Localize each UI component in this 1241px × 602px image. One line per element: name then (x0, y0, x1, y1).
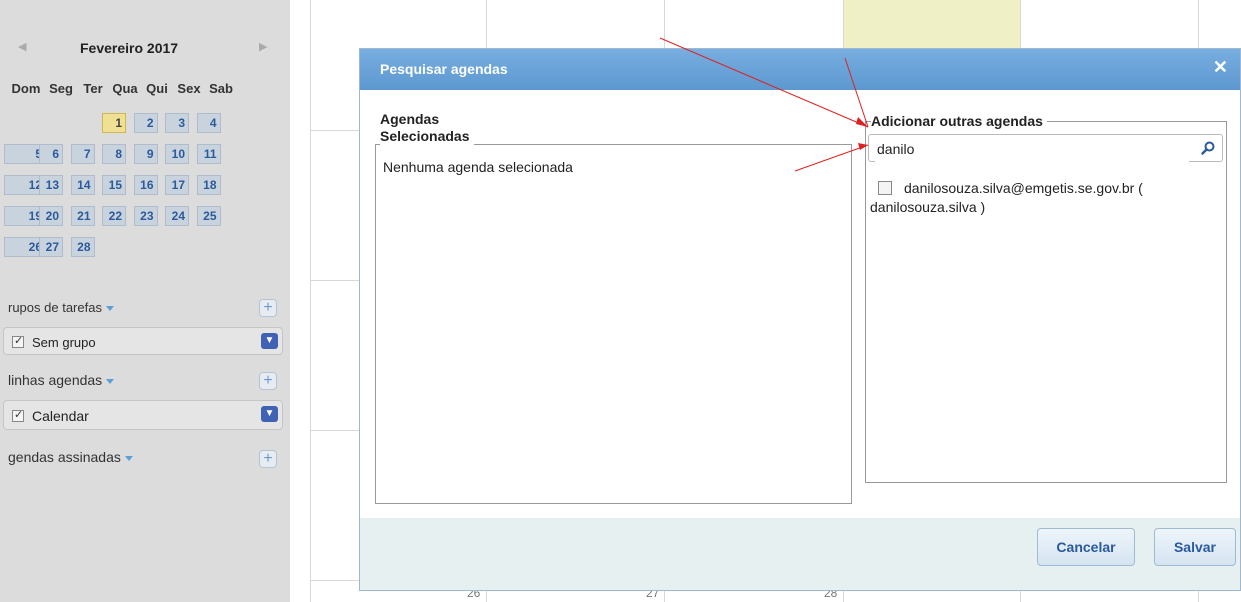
caret-down-icon (124, 455, 133, 461)
legend-line: Agendas (380, 111, 440, 127)
search-agendas-dialog: Pesquisar agendas ✕ Agendas Selecionadas… (359, 48, 1241, 591)
calendar-day[interactable]: 20 (39, 206, 63, 226)
dialog-title: Pesquisar agendas (380, 61, 508, 77)
calendar-day[interactable]: 9 (133, 144, 158, 164)
calendar-day[interactable]: 14 (70, 175, 95, 195)
weekday-label: Dom (11, 81, 41, 96)
calendar-day[interactable]: 22 (102, 206, 126, 226)
add-task-group-button[interactable]: + (259, 299, 277, 317)
add-agendas-legend: Adicionar outras agendas (871, 113, 1047, 129)
my-agendas-label[interactable]: linhas agendas (8, 372, 115, 388)
task-groups-label[interactable]: rupos de tarefas (8, 300, 114, 315)
calendar-day[interactable]: 17 (165, 175, 189, 195)
calendar-day[interactable]: 7 (70, 144, 95, 164)
calendar-day[interactable]: 16 (133, 175, 158, 195)
weekday-label: Sab (209, 81, 233, 96)
dialog-header: Pesquisar agendas ✕ (360, 49, 1240, 90)
weekday-label: Qua (112, 81, 138, 96)
task-group-checkbox[interactable] (12, 334, 24, 348)
legend-line: Selecionadas (380, 128, 470, 144)
task-group-label: Sem grupo (32, 335, 96, 350)
weekday-header: Dom Seg Ter Qua Qui Sex Sab (7, 81, 237, 96)
calendar-day[interactable]: 3 (165, 113, 189, 133)
close-icon[interactable]: ✕ (1213, 57, 1228, 78)
cancel-button[interactable]: Cancelar (1037, 528, 1135, 566)
selected-agendas-legend: Agendas Selecionadas (380, 111, 474, 145)
no-selection-text: Nenhuma agenda selecionada (383, 159, 573, 175)
calendar-day[interactable]: 8 (102, 144, 126, 164)
save-button[interactable]: Salvar (1154, 528, 1236, 566)
calendar-day[interactable]: 18 (196, 175, 221, 195)
agenda-checkbox[interactable] (12, 408, 24, 422)
calendar-day[interactable]: 28 (70, 237, 95, 257)
calendar-day[interactable]: 15 (102, 175, 126, 195)
sidebar: ◀ Fevereiro 2017 ▶ Dom Seg Ter Qua Qui S… (0, 0, 290, 602)
caret-down-icon (106, 378, 115, 384)
highlight-column (843, 0, 1020, 48)
agenda-label: Calendar (32, 408, 89, 424)
calendar-day[interactable]: 1 (102, 113, 126, 133)
month-title: Fevereiro 2017 (80, 40, 179, 56)
signed-agendas-label[interactable]: gendas assinadas (8, 449, 133, 465)
calendar-day[interactable]: 10 (165, 144, 189, 164)
caret-down-icon (105, 306, 114, 312)
add-agenda-button[interactable]: + (259, 372, 277, 390)
chevron-down-icon[interactable]: ▼ (261, 333, 278, 349)
calendar-day[interactable]: 24 (165, 206, 189, 226)
weekday-label: Seg (49, 81, 73, 96)
calendar-day[interactable]: 6 (39, 144, 63, 164)
dialog-footer: Cancelar Salvar (360, 518, 1240, 590)
chevron-down-icon[interactable]: ▼ (261, 406, 278, 422)
grid-line (310, 0, 311, 602)
calendar-day[interactable]: 25 (196, 206, 221, 226)
calendar-day[interactable]: 13 (39, 175, 63, 195)
weekday-label: Ter (83, 81, 103, 96)
calendar-day[interactable]: 27 (39, 237, 63, 257)
result-email: danilosouza.silva@emgetis.se.gov.br ( (904, 180, 1143, 196)
calendar-day[interactable]: 2 (133, 113, 158, 133)
task-group-row[interactable]: Sem grupo ▼ (3, 327, 283, 355)
add-signed-agenda-button[interactable]: + (259, 450, 277, 468)
agenda-row[interactable]: Calendar ▼ (3, 400, 283, 430)
calendar-day[interactable]: 21 (70, 206, 95, 226)
prev-month-icon[interactable]: ◀ (18, 40, 26, 53)
search-result-item[interactable]: danilosouza.silva@emgetis.se.gov.br ( da… (870, 179, 1210, 217)
weekday-label: Sex (177, 81, 201, 96)
search-icon[interactable] (1200, 140, 1216, 156)
next-month-icon[interactable]: ▶ (259, 40, 267, 53)
selected-agendas-box (375, 144, 852, 504)
search-field[interactable] (868, 134, 1223, 163)
calendar-day[interactable]: 11 (196, 144, 221, 164)
add-agendas-box (865, 121, 1227, 483)
calendar-day[interactable]: 4 (196, 113, 221, 133)
search-input[interactable] (875, 135, 1189, 163)
calendar-day[interactable]: 23 (133, 206, 158, 226)
weekday-label: Qui (146, 81, 168, 96)
result-username: danilosouza.silva ) (870, 199, 986, 215)
